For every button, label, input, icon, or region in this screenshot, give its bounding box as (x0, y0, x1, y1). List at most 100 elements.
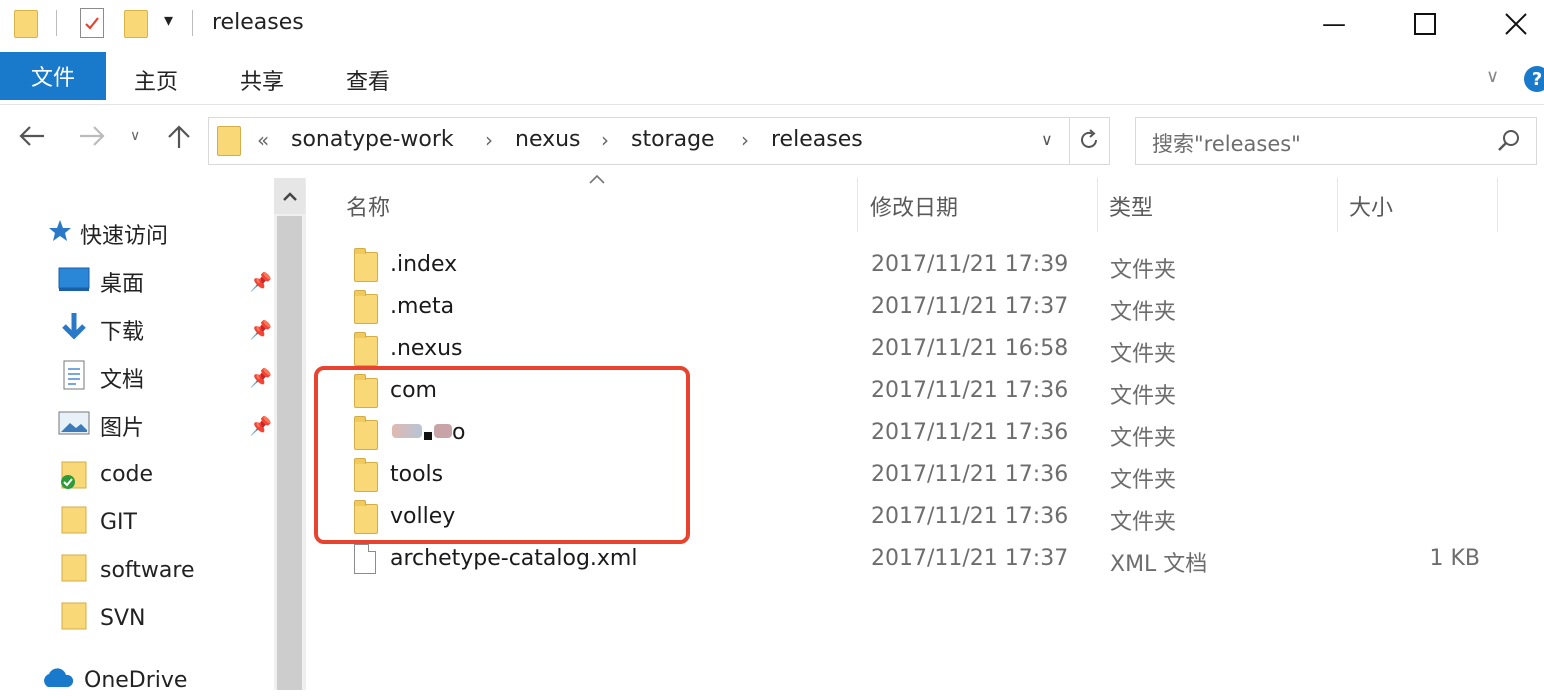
nav-item-pictures[interactable]: 图片 📌 (58, 406, 272, 446)
new-folder-icon[interactable] (124, 10, 148, 38)
nav-item-software[interactable]: software (58, 550, 194, 590)
column-divider[interactable] (1337, 178, 1338, 232)
search-placeholder[interactable]: 搜索"releases" (1152, 128, 1301, 158)
file-modified: 2017/11/21 17:36 (871, 420, 1069, 445)
column-divider[interactable] (1497, 178, 1498, 232)
tab-share[interactable]: 共享 (240, 64, 284, 96)
breadcrumb-chevron-icon[interactable]: › (485, 128, 493, 152)
scroll-thumb[interactable] (277, 216, 302, 690)
pictures-icon (58, 409, 90, 443)
nav-item-label: 文档 (100, 368, 145, 393)
nav-item-label: 图片 (100, 416, 145, 441)
file-modified: 2017/11/21 17:39 (871, 252, 1069, 277)
star-icon (46, 217, 74, 251)
nav-item-label: 下载 (100, 320, 145, 345)
nav-item-label: software (100, 557, 195, 583)
back-button[interactable] (18, 124, 46, 155)
column-header-modified[interactable]: 修改日期 (870, 190, 958, 222)
nav-onedrive[interactable]: OneDrive (40, 660, 187, 700)
address-dropdown-icon[interactable]: ∨ (1041, 130, 1053, 149)
column-header-name[interactable]: 名称 (346, 190, 390, 222)
file-name: .nexus (390, 336, 463, 361)
breadcrumb-chevron-icon[interactable]: › (601, 128, 609, 152)
file-modified: 2017/11/21 17:36 (871, 504, 1069, 529)
file-modified: 2017/11/21 17:36 (871, 462, 1069, 487)
pane-divider[interactable] (305, 178, 312, 690)
file-row[interactable]: archetype-catalog.xml 2017/11/21 17:37 X… (330, 538, 1510, 580)
document-icon (58, 359, 90, 397)
tab-home[interactable]: 主页 (134, 64, 178, 96)
annotation-highlight-box (314, 366, 690, 544)
breadcrumb-chevron-icon[interactable]: › (741, 128, 749, 152)
breadcrumb-sonatype-work[interactable]: sonatype-work (291, 127, 454, 152)
properties-icon[interactable] (80, 8, 104, 38)
file-type: XML 文档 (1110, 552, 1208, 577)
up-button[interactable] (166, 124, 192, 157)
column-divider[interactable] (857, 178, 858, 232)
title-separator (192, 10, 193, 36)
pin-icon[interactable]: 📌 (250, 320, 272, 341)
file-row[interactable]: .index 2017/11/21 17:39 文件夹 (330, 244, 1510, 286)
nav-item-documents[interactable]: 文档 📌 (58, 358, 272, 398)
column-header-type[interactable]: 类型 (1109, 190, 1153, 222)
scroll-up-button[interactable] (274, 178, 305, 214)
file-modified: 2017/11/21 17:36 (871, 378, 1069, 403)
close-button[interactable] (1496, 4, 1536, 44)
file-row[interactable]: .meta 2017/11/21 17:37 文件夹 (330, 286, 1510, 328)
folder-icon (58, 503, 90, 541)
search-box[interactable]: 搜索"releases" (1135, 117, 1537, 165)
breadcrumb-storage[interactable]: storage (631, 127, 715, 152)
folder-icon (354, 248, 378, 282)
onedrive-icon (40, 663, 76, 697)
column-header-size[interactable]: 大小 (1349, 190, 1393, 222)
nav-item-code[interactable]: code (58, 454, 153, 494)
nav-item-label: GIT (100, 509, 137, 535)
column-divider[interactable] (1097, 178, 1098, 232)
help-icon[interactable]: ? (1524, 66, 1544, 92)
sort-ascending-icon (588, 170, 606, 189)
file-type: 文件夹 (1110, 384, 1177, 409)
recent-locations-icon[interactable]: ∨ (130, 128, 140, 144)
folder-icon (217, 126, 241, 156)
file-row[interactable]: .nexus 2017/11/21 16:58 文件夹 (330, 328, 1510, 370)
maximize-button[interactable] (1405, 4, 1445, 44)
nav-quick-access[interactable]: 快速访问 (46, 214, 168, 254)
pin-icon[interactable]: 📌 (250, 416, 272, 437)
pin-icon[interactable]: 📌 (250, 272, 272, 293)
breadcrumb-releases[interactable]: releases (771, 127, 863, 152)
folder-icon (58, 599, 90, 637)
overflow-icon[interactable]: « (257, 128, 269, 152)
tab-view[interactable]: 查看 (346, 64, 390, 96)
customize-quick-access-icon[interactable]: ▾ (164, 10, 173, 31)
folder-sync-icon (58, 458, 90, 490)
file-name: .index (390, 252, 458, 277)
file-type: 文件夹 (1110, 342, 1177, 367)
address-bar[interactable]: « sonatype-work › nexus › storage › rele… (208, 117, 1110, 165)
forward-button[interactable] (78, 124, 106, 155)
pin-icon[interactable]: 📌 (250, 368, 272, 389)
search-icon[interactable] (1496, 128, 1522, 158)
nav-item-downloads[interactable]: 下载 📌 (58, 310, 272, 350)
file-name: archetype-catalog.xml (390, 546, 638, 571)
file-type: 文件夹 (1110, 468, 1177, 493)
quick-access-separator (56, 10, 57, 36)
refresh-icon[interactable] (1077, 126, 1101, 158)
tab-file[interactable]: 文件 (0, 52, 106, 100)
nav-item-git[interactable]: GIT (58, 502, 137, 542)
title-bar: ▾ releases — (0, 0, 1544, 50)
file-modified: 2017/11/21 17:37 (871, 546, 1069, 571)
breadcrumb-nexus[interactable]: nexus (515, 127, 581, 152)
file-modified: 2017/11/21 17:37 (871, 294, 1069, 319)
minimize-button[interactable]: — (1314, 4, 1354, 44)
window-title: releases (212, 10, 304, 35)
navigation-pane: 快速访问 桌面 📌 下载 📌 文档 📌 图片 📌 code GIT softwa… (0, 178, 305, 693)
expand-ribbon-icon[interactable]: ∨ (1486, 66, 1499, 87)
folder-icon (354, 332, 378, 366)
xml-file-icon (354, 544, 376, 574)
nav-item-desktop[interactable]: 桌面 📌 (58, 262, 272, 302)
nav-item-svn[interactable]: SVN (58, 598, 145, 638)
address-divider (1069, 118, 1070, 164)
download-icon (58, 311, 90, 349)
nav-item-label: code (100, 461, 154, 487)
file-size: 1 KB (1429, 546, 1480, 571)
